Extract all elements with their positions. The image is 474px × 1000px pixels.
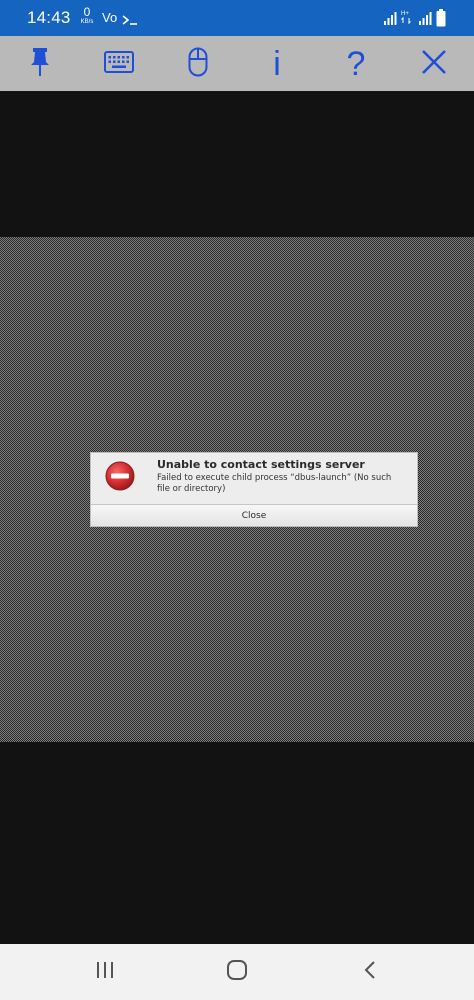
battery-icon <box>436 9 446 31</box>
back-icon <box>363 960 377 984</box>
dialog-message: Failed to execute child process “dbus-la… <box>157 473 407 495</box>
error-icon <box>105 461 135 495</box>
help-icon: ? <box>346 44 366 83</box>
dialog-message-line: Failed to execute child process “dbus-la… <box>157 473 392 483</box>
dialog-message-line: file or directory) <box>157 484 226 494</box>
error-dialog: Unable to contact settings server Failed… <box>90 452 418 527</box>
info-icon: i <box>273 44 281 83</box>
data-arrows-icon: H+ <box>401 9 413 29</box>
signal-icon <box>418 10 432 29</box>
back-button[interactable] <box>330 944 410 1000</box>
pin-icon <box>27 47 53 81</box>
signal-icon <box>383 10 397 29</box>
svg-text:H+: H+ <box>401 11 409 17</box>
android-nav-bar <box>0 944 474 1000</box>
recent-apps-icon <box>95 961 115 983</box>
mouse-button[interactable] <box>168 36 228 91</box>
close-icon <box>421 49 447 79</box>
help-button[interactable]: ? <box>326 36 386 91</box>
dialog-close-button[interactable]: Close <box>91 504 417 526</box>
mouse-icon <box>188 47 208 81</box>
terminal-prompt-icon <box>122 11 138 30</box>
status-bar: 14:43 0 KB/s Vo H+ <box>0 0 474 36</box>
volte-indicator: Vo <box>102 10 118 25</box>
status-time: 14:43 <box>27 8 71 27</box>
info-button[interactable]: i <box>247 36 307 91</box>
network-speed-value: 0 <box>83 5 91 19</box>
keyboard-icon <box>104 50 134 77</box>
dialog-title: Unable to contact settings server <box>157 458 365 471</box>
recent-apps-button[interactable] <box>65 944 145 1000</box>
pin-button[interactable] <box>10 36 70 91</box>
close-button[interactable] <box>404 36 464 91</box>
remote-toolbar: i ? <box>0 36 474 91</box>
network-speed-unit: KB/s <box>80 19 94 25</box>
network-speed-indicator: 0 KB/s <box>78 6 96 25</box>
home-button[interactable] <box>197 944 277 1000</box>
home-icon <box>226 959 248 985</box>
keyboard-button[interactable] <box>89 36 149 91</box>
